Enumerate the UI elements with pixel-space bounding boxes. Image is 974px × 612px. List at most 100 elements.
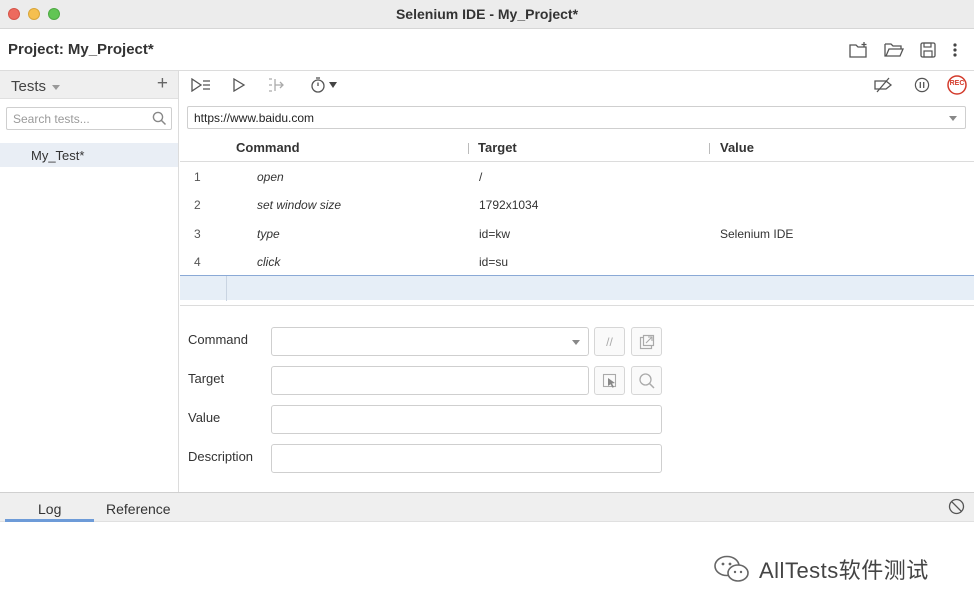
record-button[interactable]: REC <box>946 75 968 95</box>
search-tests-input[interactable] <box>7 108 147 129</box>
row-target: id=kw <box>479 227 511 241</box>
external-link-icon <box>639 334 654 349</box>
command-label: Command <box>188 332 248 347</box>
tests-dropdown-label: Tests <box>11 78 47 95</box>
open-project-button[interactable] <box>883 39 905 61</box>
chevron-down-icon[interactable] <box>572 340 580 345</box>
clear-icon <box>948 498 965 515</box>
pause-icon <box>914 77 930 93</box>
tests-dropdown[interactable]: Tests <box>11 78 61 95</box>
description-label: Description <box>188 449 254 464</box>
toggle-comment-button[interactable]: // <box>594 327 625 356</box>
pause-on-exceptions-button[interactable] <box>912 75 932 95</box>
disable-breakpoints-icon <box>874 77 893 93</box>
active-tab-indicator <box>5 519 94 522</box>
column-resize-handle[interactable] <box>468 143 469 154</box>
command-editor: Command // Target Value Description <box>180 313 974 483</box>
description-input[interactable] <box>272 445 661 472</box>
add-test-button[interactable]: + <box>157 74 168 94</box>
step-over-icon <box>269 78 284 92</box>
row-number: 2 <box>194 198 201 212</box>
target-field[interactable] <box>271 366 589 395</box>
search-icon <box>638 372 655 389</box>
main-panel: REC https://www.baidu.com Command Target… <box>180 71 974 492</box>
test-item-label: My_Test* <box>31 148 85 163</box>
column-header-target: Target <box>478 140 517 155</box>
row-target: id=su <box>479 255 509 269</box>
row-number: 3 <box>194 227 201 241</box>
clear-log-button[interactable] <box>948 498 965 518</box>
wechat-logo-icon <box>714 555 749 582</box>
step-over-button[interactable] <box>266 75 286 95</box>
row-command: type <box>257 227 280 241</box>
project-name[interactable]: My_Project* <box>68 41 154 58</box>
run-current-test-button[interactable] <box>230 75 248 95</box>
run-all-tests-button[interactable] <box>190 75 212 95</box>
chevron-down-icon <box>52 84 61 90</box>
new-command-row[interactable] <box>180 275 974 301</box>
save-icon <box>920 42 936 58</box>
bottom-panel: Log Reference <box>0 492 974 612</box>
play-icon <box>233 78 246 92</box>
record-label: REC <box>949 80 965 87</box>
row-command: open <box>257 170 284 184</box>
tab-reference[interactable]: Reference <box>106 501 171 517</box>
table-row[interactable]: 2 set window size 1792x1034 <box>180 190 974 219</box>
open-folder-icon <box>884 43 904 57</box>
base-url-select[interactable]: https://www.baidu.com <box>187 106 966 129</box>
more-options-button[interactable] <box>944 39 966 61</box>
value-label: Value <box>188 410 221 425</box>
save-project-button[interactable] <box>917 39 939 61</box>
table-header: Command Target Value <box>180 135 974 162</box>
table-row[interactable]: 4 click id=su <box>180 247 974 276</box>
row-number: 4 <box>194 255 201 269</box>
disable-breakpoints-button[interactable] <box>872 75 894 95</box>
find-target-button[interactable] <box>631 366 662 395</box>
row-command: click <box>257 255 281 269</box>
project-label: Project: <box>8 41 64 58</box>
column-resize-handle[interactable] <box>709 143 710 154</box>
row-target: / <box>479 170 483 184</box>
row-number: 1 <box>194 170 201 184</box>
column-header-value: Value <box>720 140 754 155</box>
stopwatch-icon <box>311 77 325 93</box>
column-header-command: Command <box>236 140 300 155</box>
open-reference-button[interactable] <box>631 327 662 356</box>
toolbar: REC <box>180 71 974 99</box>
title-bar: Selenium IDE - My_Project* <box>0 0 974 29</box>
search-tests <box>6 107 172 130</box>
target-input[interactable] <box>272 367 588 394</box>
new-project-button[interactable] <box>848 39 870 61</box>
new-folder-icon <box>849 42 867 58</box>
table-divider <box>180 305 974 306</box>
cursor-select-icon <box>602 373 616 388</box>
test-speed-button[interactable] <box>308 75 340 95</box>
row-target: 1792x1034 <box>479 198 539 212</box>
watermark: AllTests软件测试 <box>713 553 929 585</box>
window-title: Selenium IDE - My_Project* <box>395 6 579 22</box>
bottom-tabs: Log Reference <box>0 493 974 522</box>
search-icon <box>152 111 167 126</box>
table-row[interactable]: 1 open / <box>180 162 974 191</box>
kebab-menu-icon <box>953 43 957 57</box>
value-field[interactable] <box>271 405 662 434</box>
description-field[interactable] <box>271 444 662 473</box>
command-select[interactable] <box>271 327 589 356</box>
chevron-down-icon[interactable] <box>949 116 957 121</box>
test-item[interactable]: My_Test* <box>0 143 178 167</box>
table-row[interactable]: 3 type id=kw Selenium IDE <box>180 219 974 248</box>
tab-log[interactable]: Log <box>38 501 61 517</box>
command-input[interactable] <box>272 328 588 355</box>
row-divider <box>226 276 227 301</box>
run-all-tests-icon <box>191 78 210 92</box>
target-label: Target <box>188 371 225 386</box>
row-value: Selenium IDE <box>720 227 794 241</box>
comment-toggle-icon: // <box>606 334 613 349</box>
tests-sidebar: Tests + My_Test* <box>0 71 179 492</box>
watermark-text: AllTests软件测试 <box>759 558 929 583</box>
value-input[interactable] <box>272 406 661 433</box>
project-bar: Project: My_Project* <box>0 29 974 71</box>
select-target-button[interactable] <box>594 366 625 395</box>
plus-icon: + <box>156 73 168 94</box>
commands-table: Command Target Value 1 open / 2 set wind… <box>180 135 974 305</box>
